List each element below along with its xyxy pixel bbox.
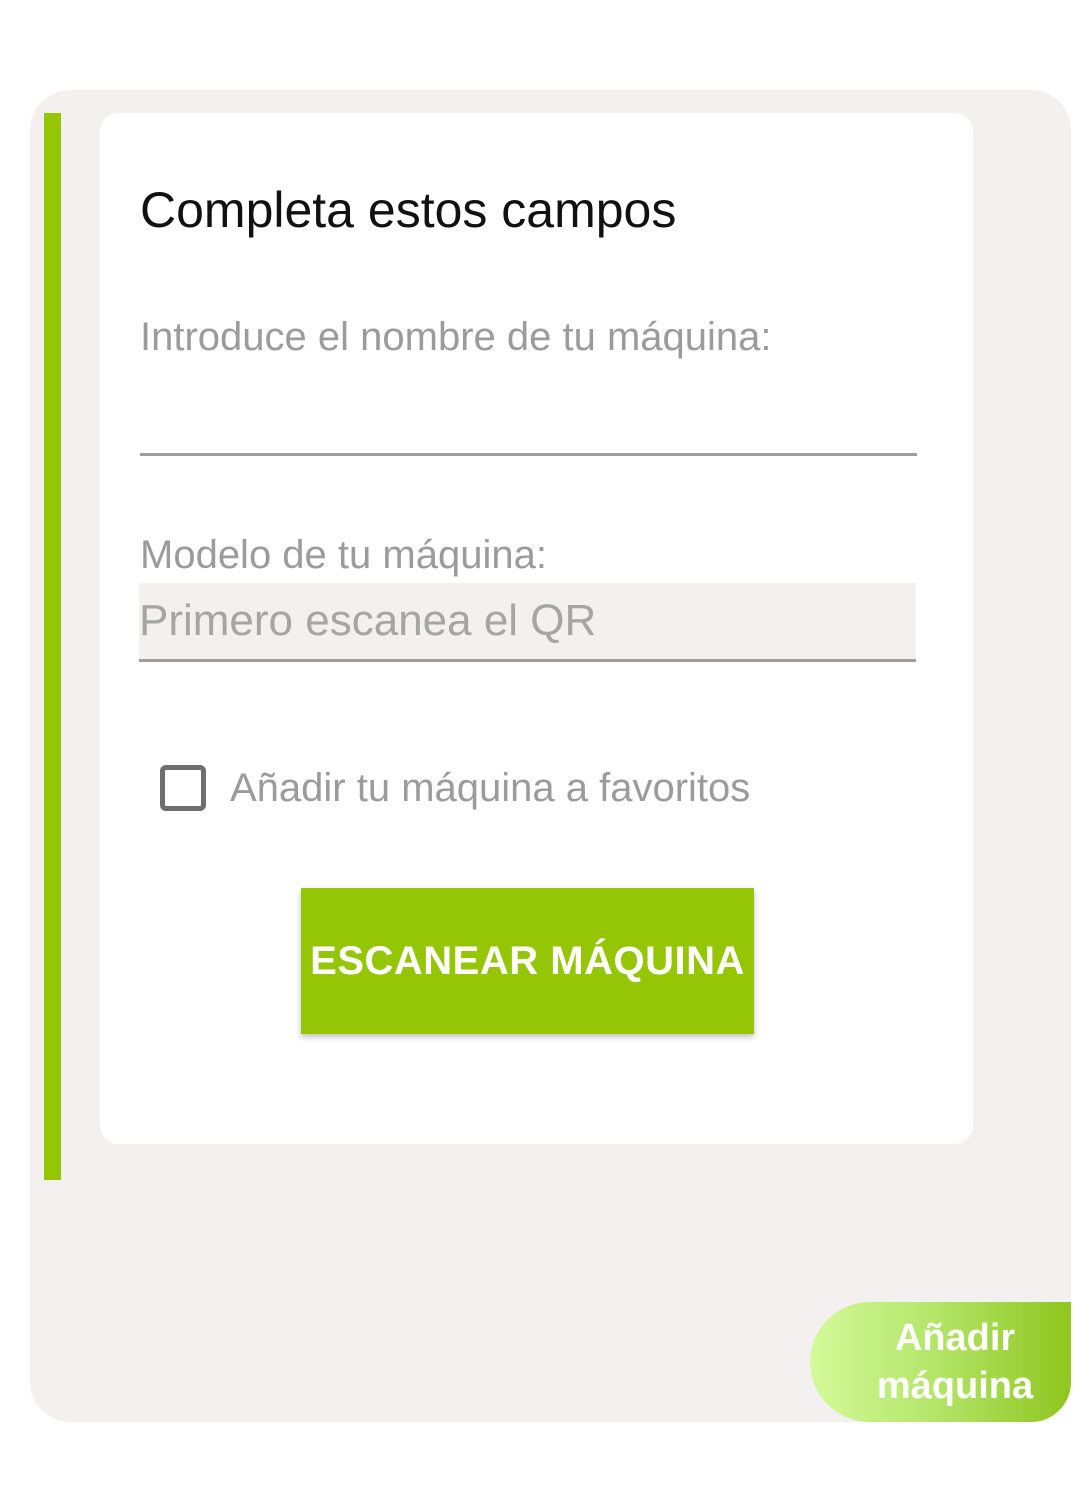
main-panel: Completa estos campos Introduce el nombr…	[30, 90, 1071, 1422]
scan-machine-button[interactable]: ESCANEAR MÁQUINA	[301, 888, 754, 1034]
favorite-checkbox[interactable]	[160, 765, 206, 811]
machine-model-input[interactable]	[139, 583, 916, 662]
form-title: Completa estos campos	[140, 182, 677, 238]
add-machine-label-line1: Añadir	[894, 1317, 1016, 1359]
machine-name-input[interactable]	[140, 393, 917, 456]
add-machine-button[interactable]: Añadir máquina	[810, 1302, 1071, 1422]
add-machine-label-line2: máquina	[876, 1365, 1034, 1407]
machine-model-label: Modelo de tu máquina:	[140, 533, 547, 577]
favorite-row[interactable]: Añadir tu máquina a favoritos	[160, 758, 750, 818]
machine-name-label: Introduce el nombre de tu máquina:	[140, 315, 772, 359]
favorite-label[interactable]: Añadir tu máquina a favoritos	[230, 766, 750, 811]
form-card: Completa estos campos Introduce el nombr…	[100, 113, 973, 1144]
accent-bar	[44, 113, 61, 1180]
